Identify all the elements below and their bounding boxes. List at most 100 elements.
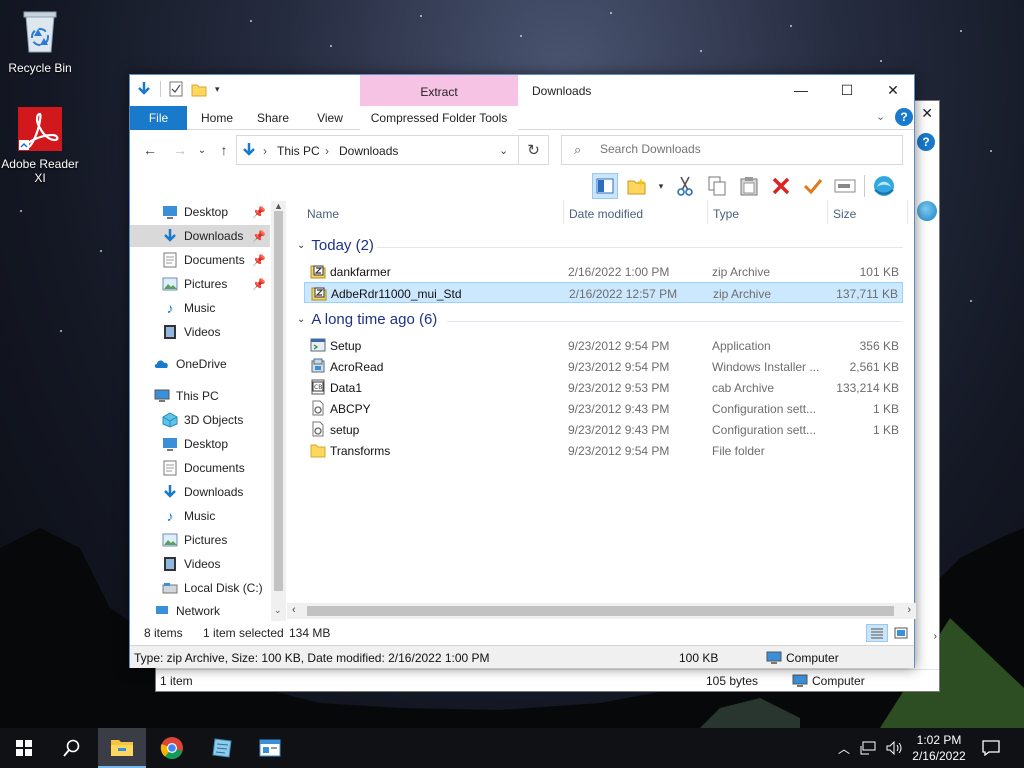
- nav-item-music-pc[interactable]: ♪ Music: [130, 505, 270, 527]
- back-button[interactable]: ←: [140, 141, 160, 159]
- desktop-icon-recycle-bin[interactable]: Recycle Bin: [0, 6, 80, 75]
- tab-home[interactable]: Home: [192, 106, 242, 130]
- action-center-button[interactable]: [968, 728, 1014, 768]
- scroll-up-icon[interactable]: ▲: [274, 201, 283, 211]
- cut-button[interactable]: [672, 173, 698, 199]
- new-item-button[interactable]: [624, 173, 650, 199]
- nav-item-pictures-pc[interactable]: Pictures: [130, 529, 270, 551]
- column-divider[interactable]: [563, 201, 564, 223]
- nav-item-downloads[interactable]: Downloads 📌: [130, 225, 270, 247]
- start-button[interactable]: [0, 728, 48, 768]
- forward-button[interactable]: →: [170, 141, 190, 159]
- nav-item-documents-pc[interactable]: Documents: [130, 457, 270, 479]
- taskbar-file-explorer[interactable]: [98, 728, 146, 768]
- nav-item-local-disk[interactable]: Local Disk (C:): [130, 577, 270, 599]
- title-bar[interactable]: ▾ Extract Downloads — ☐ ✕: [130, 75, 914, 106]
- file-row-data1[interactable]: CB Data1 9/23/2012 9:53 PM cab Archive 1…: [304, 377, 903, 398]
- chevron-right-icon[interactable]: ›: [263, 144, 267, 158]
- nav-item-this-pc[interactable]: This PC: [130, 385, 270, 407]
- nav-item-pictures[interactable]: Pictures 📌: [130, 273, 270, 295]
- maximize-button[interactable]: ☐: [824, 75, 870, 105]
- paste-button[interactable]: [736, 173, 762, 199]
- downloads-icon[interactable]: [136, 81, 152, 97]
- chevron-right-icon[interactable]: ›: [325, 144, 329, 158]
- properties-icon[interactable]: [169, 81, 183, 97]
- tab-view[interactable]: View: [305, 106, 355, 130]
- tab-share[interactable]: Share: [248, 106, 298, 130]
- close-icon[interactable]: ✕: [921, 105, 933, 122]
- chevron-right-icon[interactable]: ›: [934, 631, 937, 642]
- preview-pane-button[interactable]: [592, 173, 618, 199]
- scroll-left-icon[interactable]: ‹: [292, 604, 296, 616]
- large-icons-view-button[interactable]: [890, 624, 912, 642]
- group-header-long-time-ago[interactable]: ⌄ A long time ago (6): [297, 311, 437, 328]
- file-list-horizontal-scrollbar[interactable]: ‹ ›: [287, 603, 916, 619]
- column-header-date-modified[interactable]: Date modified: [569, 207, 643, 221]
- nav-item-3d-objects[interactable]: 3D Objects: [130, 409, 270, 431]
- clock[interactable]: 1:02 PM 2/16/2022: [900, 732, 978, 764]
- scroll-down-icon[interactable]: ⌄: [274, 605, 282, 616]
- chevron-down-icon[interactable]: ▾: [656, 173, 666, 199]
- expand-ribbon-icon[interactable]: ⌄: [876, 110, 885, 123]
- nav-item-videos[interactable]: Videos: [130, 321, 270, 343]
- address-dropdown-icon[interactable]: ⌄: [499, 144, 508, 157]
- column-header-size[interactable]: Size: [833, 207, 856, 221]
- help-icon[interactable]: ?: [895, 108, 913, 126]
- nav-item-downloads-pc[interactable]: Downloads: [130, 481, 270, 503]
- explorer-window[interactable]: ▾ Extract Downloads — ☐ ✕ File Home Shar…: [129, 74, 916, 668]
- nav-item-onedrive[interactable]: OneDrive: [130, 353, 270, 375]
- taskbar-app-notepad[interactable]: [198, 728, 246, 768]
- delete-button[interactable]: [768, 173, 794, 199]
- breadcrumb-this-pc[interactable]: This PC: [277, 144, 320, 158]
- nav-item-music[interactable]: ♪ Music: [130, 297, 270, 319]
- scrollbar-thumb[interactable]: [307, 606, 894, 616]
- file-row-dankfarmer[interactable]: dankfarmer 2/16/2022 1:00 PM zip Archive…: [304, 261, 903, 282]
- desktop-icon-adobe-reader[interactable]: Adobe Reader XI: [0, 106, 80, 185]
- file-row-acroread[interactable]: AcroRead 9/23/2012 9:54 PM Windows Insta…: [304, 356, 903, 377]
- show-hidden-icons-icon[interactable]: ︿: [838, 740, 850, 757]
- column-divider[interactable]: [907, 201, 908, 223]
- tab-file[interactable]: File: [130, 106, 187, 130]
- browser-button[interactable]: [871, 173, 897, 199]
- breadcrumb-downloads[interactable]: Downloads: [339, 144, 398, 158]
- help-icon[interactable]: ?: [917, 133, 935, 151]
- nav-pane-scrollbar[interactable]: ▲ ⌄: [271, 201, 286, 621]
- up-button[interactable]: ↑: [214, 141, 234, 159]
- new-folder-icon[interactable]: [191, 81, 207, 97]
- minimize-button[interactable]: —: [778, 75, 824, 105]
- column-divider[interactable]: [827, 201, 828, 223]
- close-button[interactable]: ✕: [870, 75, 916, 105]
- nav-item-network[interactable]: Network: [130, 601, 270, 621]
- file-row-adberdr11000-mui-std[interactable]: AdbeRdr11000_mui_Std 2/16/2022 12:57 PM …: [304, 282, 903, 303]
- taskbar-chrome[interactable]: [148, 728, 196, 768]
- file-row-transforms[interactable]: Transforms 9/23/2012 9:54 PM File folder: [304, 440, 903, 461]
- nav-item-desktop[interactable]: Desktop 📌: [130, 201, 270, 223]
- rename-button[interactable]: [832, 173, 858, 199]
- nav-item-documents[interactable]: Documents 📌: [130, 249, 270, 271]
- search-button[interactable]: [48, 728, 96, 768]
- search-box[interactable]: ⌕: [561, 135, 903, 165]
- taskbar-app-window[interactable]: [246, 728, 294, 768]
- recent-locations-button[interactable]: ⌄: [192, 141, 212, 159]
- search-input[interactable]: [600, 142, 890, 156]
- column-header-name[interactable]: Name: [307, 207, 339, 221]
- customize-qat-icon[interactable]: ▾: [215, 84, 220, 95]
- select-button[interactable]: [800, 173, 826, 199]
- copy-button[interactable]: [704, 173, 730, 199]
- file-row-setup-ini[interactable]: setup 9/23/2012 9:43 PM Configuration se…: [304, 419, 903, 440]
- column-header-type[interactable]: Type: [713, 207, 739, 221]
- refresh-button[interactable]: ↻: [519, 135, 549, 165]
- nav-item-desktop-pc[interactable]: Desktop: [130, 433, 270, 455]
- details-view-button[interactable]: [866, 624, 888, 642]
- network-icon[interactable]: [860, 741, 876, 755]
- column-divider[interactable]: [707, 201, 708, 223]
- tab-compressed-folder-tools[interactable]: Compressed Folder Tools: [360, 106, 518, 130]
- address-bar[interactable]: › This PC › Downloads ⌄: [236, 135, 519, 165]
- scrollbar-thumb[interactable]: [274, 211, 283, 591]
- group-header-today[interactable]: ⌄ Today (2): [297, 237, 374, 254]
- file-row-abcpy[interactable]: ABCPY 9/23/2012 9:43 PM Configuration se…: [304, 398, 903, 419]
- nav-item-videos-pc[interactable]: Videos: [130, 553, 270, 575]
- browser-icon[interactable]: [917, 201, 937, 221]
- file-row-setup-exe[interactable]: Setup 9/23/2012 9:54 PM Application 356 …: [304, 335, 903, 356]
- scroll-right-icon[interactable]: ›: [907, 604, 911, 616]
